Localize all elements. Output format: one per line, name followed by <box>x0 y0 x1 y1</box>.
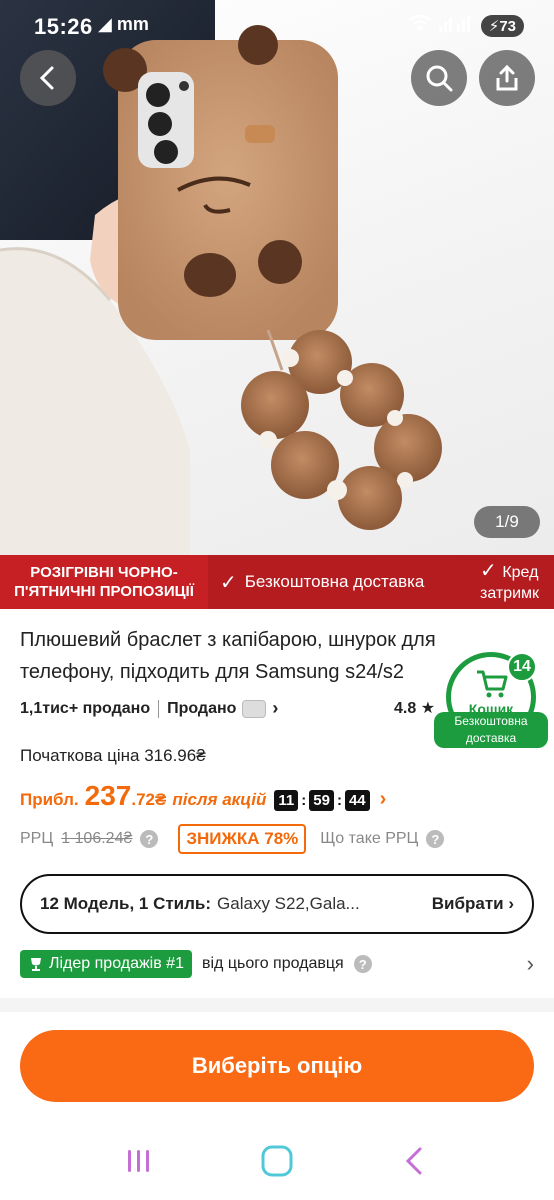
recent-apps-button[interactable] <box>119 1141 159 1181</box>
check-icon: ✓ <box>480 560 503 582</box>
share-button[interactable] <box>479 50 535 106</box>
chevron-right-icon: › <box>508 894 514 913</box>
original-price: Початкова ціна 316.96₴ <box>20 746 206 765</box>
rating[interactable]: 4.8 ★ <box>394 698 435 718</box>
variant-selector[interactable]: 12 Модель, 1 Стиль: Galaxy S22,Gala... В… <box>20 874 534 934</box>
status-bar: 15:26 ◢ mm ⚡73 <box>0 0 554 52</box>
cart-count-badge: 14 <box>507 652 537 682</box>
current-price: 237.72₴ <box>84 780 167 811</box>
variant-label: 12 Модель, 1 Стиль: <box>40 894 212 913</box>
timer-hours: 11 <box>274 790 299 811</box>
system-notification-icons: ◢ mm <box>98 14 149 34</box>
home-icon <box>261 1145 293 1177</box>
promo-features: ✓ Безкоштовна доставка ✓ Кред затримк <box>208 555 554 609</box>
search-button[interactable] <box>411 50 467 106</box>
question-icon[interactable]: ? <box>426 830 445 848</box>
battery-indicator: ⚡73 <box>480 14 524 37</box>
promo-feature-free-shipping: Безкоштовна доставка <box>244 572 425 591</box>
countdown-timer: 11: 59: 44 <box>274 790 370 811</box>
bestseller-badge: Лідер продажів #1 <box>20 950 192 978</box>
seller-link[interactable]: Продано › <box>167 698 278 719</box>
rrp-row: РРЦ 1 106.24₴ ? ЗНИЖКА 78% Що таке РРЦ ? <box>20 824 445 854</box>
choose-variant-button[interactable]: Вибрати › <box>432 894 514 914</box>
cart-icon <box>477 670 508 698</box>
back-chevron-icon <box>405 1147 422 1175</box>
question-icon[interactable]: ? <box>140 830 159 848</box>
share-icon <box>496 64 518 91</box>
timer-minutes: 59 <box>309 790 334 811</box>
system-back-button[interactable] <box>395 1141 435 1181</box>
chevron-right-icon: › <box>526 951 534 976</box>
signal-icon <box>438 14 473 37</box>
section-divider <box>0 998 554 1012</box>
seller-badge-row[interactable]: Лідер продажів #1 від цього продавця ? › <box>20 950 534 978</box>
question-icon[interactable]: ? <box>353 955 372 973</box>
rrp-value: 1 106.24₴ <box>61 830 133 847</box>
chevron-right-icon: › <box>272 698 279 718</box>
star-icon: ★ <box>420 700 436 717</box>
select-option-button[interactable]: Виберіть опцію <box>20 1030 534 1102</box>
product-image[interactable] <box>0 0 554 555</box>
seller-badge-text: від цього продавця <box>201 955 344 972</box>
sold-count: 1,1тис+ продано <box>20 699 151 717</box>
product-photo <box>0 0 442 555</box>
discount-badge: ЗНИЖКА 78% <box>178 824 307 854</box>
divider <box>158 699 160 718</box>
status-right: ⚡73 <box>408 14 524 37</box>
promo-event-label: РОЗІГРІВНІ ЧОРНО-П'ЯТНИЧНІ ПРОПОЗИЦІЇ <box>0 555 208 609</box>
rrp-label: РРЦ <box>20 830 54 847</box>
product-title: Плюшевий браслет з капібарою, шнурок для… <box>20 629 436 683</box>
seller-logo <box>242 699 267 718</box>
charging-icon: ⚡ <box>488 17 500 35</box>
promo-price-row[interactable]: Прибл. 237.72₴ після акцій 11: 59: 44 › <box>20 780 386 812</box>
variant-value: Galaxy S22,Gala... <box>217 894 360 913</box>
chevron-right-icon: › <box>379 788 387 810</box>
check-icon: ✓ <box>220 571 237 594</box>
recent-apps-icon <box>128 1150 149 1172</box>
promo-banner[interactable]: РОЗІГРІВНІ ЧОРНО-П'ЯТНИЧНІ ПРОПОЗИЦІЇ ✓ … <box>0 555 554 609</box>
sales-meta: 1,1тис+ продано Продано › <box>20 698 278 719</box>
clock: 15:26 <box>34 14 93 39</box>
back-arrow-icon <box>39 66 54 90</box>
back-button[interactable] <box>20 50 76 106</box>
promo-feature-credit: ✓ Кред затримк <box>480 560 540 603</box>
home-button[interactable] <box>257 1141 297 1181</box>
trophy-icon <box>31 958 41 971</box>
system-nav-bar <box>0 1122 554 1200</box>
rrp-info-link[interactable]: Що таке РРЦ <box>320 830 418 848</box>
free-shipping-badge: Безкоштовна доставка <box>434 712 548 748</box>
image-counter: 1/9 <box>474 506 540 538</box>
after-promo-label: після акцій <box>172 790 267 809</box>
timer-seconds: 44 <box>344 790 370 811</box>
search-icon <box>426 65 453 92</box>
approx-label: Прибл. <box>20 790 79 809</box>
wifi-icon <box>408 14 431 37</box>
